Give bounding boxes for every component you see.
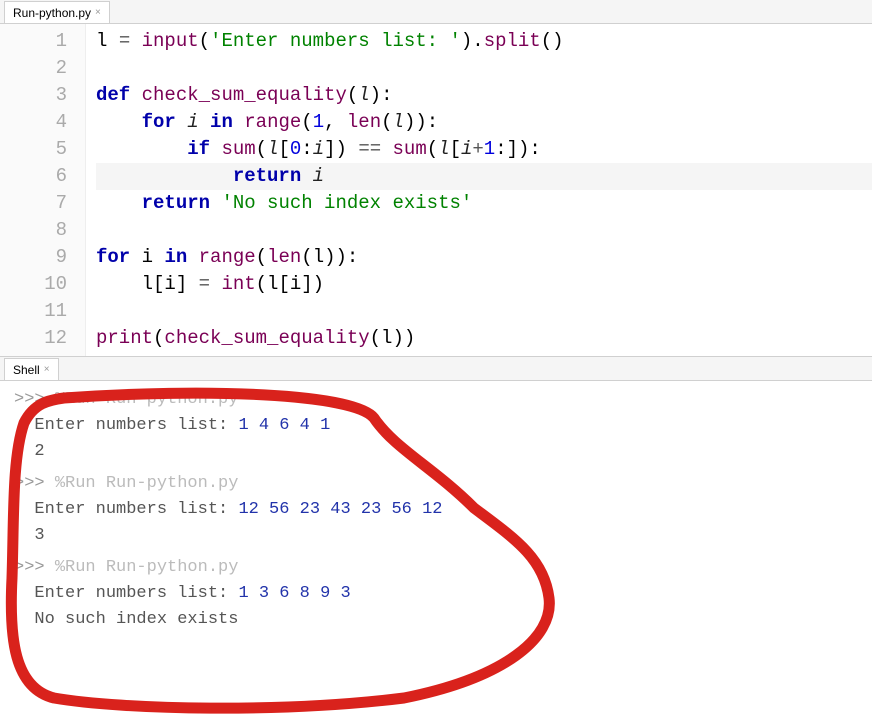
line-number: 9 [0,244,75,271]
close-icon[interactable]: × [95,7,101,18]
shell-line: >>> %Run Run-python.py [14,387,864,413]
line-number: 12 [0,325,75,352]
code-line[interactable] [96,55,872,82]
shell-line: >>> %Run Run-python.py [14,471,864,497]
line-number: 2 [0,55,75,82]
code-line[interactable]: print(check_sum_equality(l)) [96,325,872,352]
shell-line: Enter numbers list: 1 3 6 8 9 3 [14,581,864,607]
code-line[interactable] [96,217,872,244]
shell-line: Enter numbers list: 1 4 6 4 1 [14,413,864,439]
code-area[interactable]: l = input('Enter numbers list: ').split(… [86,24,872,356]
code-line[interactable]: return 'No such index exists' [96,190,872,217]
code-line[interactable] [96,298,872,325]
shell-output[interactable]: >>> %Run Run-python.py Enter numbers lis… [0,381,872,645]
shell-line: Enter numbers list: 12 56 23 43 23 56 12 [14,497,864,523]
line-number: 5 [0,136,75,163]
shell-line: >>> %Run Run-python.py [14,555,864,581]
editor-tab-label: Run-python.py [13,6,91,20]
code-line[interactable]: def check_sum_equality(l): [96,82,872,109]
line-number: 3 [0,82,75,109]
line-number: 8 [0,217,75,244]
shell-line: 2 [14,439,864,465]
line-number: 1 [0,28,75,55]
code-line[interactable]: for i in range(1, len(l)): [96,109,872,136]
editor-tab-bar: Run-python.py × [0,0,872,24]
code-editor[interactable]: 123456789101112 l = input('Enter numbers… [0,24,872,356]
shell-tab-bar: Shell × [0,357,872,381]
shell-line: 3 [14,523,864,549]
shell-line: No such index exists [14,607,864,633]
editor-tab[interactable]: Run-python.py × [4,1,110,23]
code-line[interactable]: for i in range(len(l)): [96,244,872,271]
line-number-gutter: 123456789101112 [0,24,86,356]
line-number: 6 [0,163,75,190]
line-number: 4 [0,109,75,136]
code-line[interactable]: l = input('Enter numbers list: ').split(… [96,28,872,55]
line-number: 11 [0,298,75,325]
code-line[interactable]: return i [96,163,872,190]
code-line[interactable]: l[i] = int(l[i]) [96,271,872,298]
shell-tab-label: Shell [13,363,40,377]
line-number: 7 [0,190,75,217]
code-line[interactable]: if sum(l[0:i]) == sum(l[i+1:]): [96,136,872,163]
shell-tab[interactable]: Shell × [4,358,59,380]
line-number: 10 [0,271,75,298]
close-icon[interactable]: × [44,364,50,375]
